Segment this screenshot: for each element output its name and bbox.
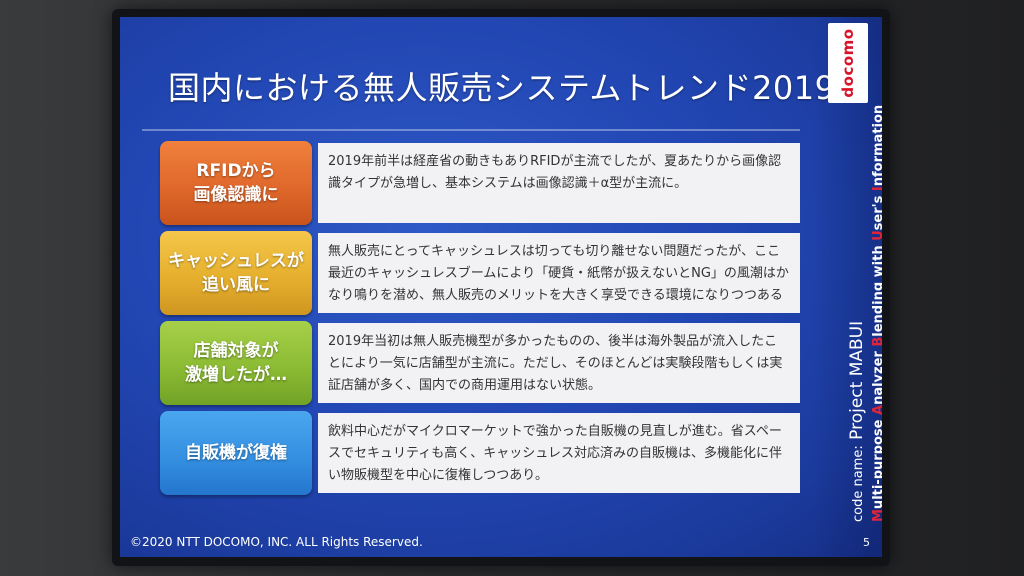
slide-title: 国内における無人販売システムトレンド2019 — [168, 69, 836, 107]
trend-label-text-3: 店舗対象が 激増したが… — [185, 341, 287, 385]
subtitle-part: A — [871, 405, 882, 415]
trend-label-text-4: 自販機が復権 — [185, 443, 287, 463]
trend-label-text-2: キャッシュレスが 追い風に — [168, 251, 304, 295]
trend-label-3: 店舗対象が 激増したが… — [160, 321, 312, 405]
trend-label-2: キャッシュレスが 追い風に — [160, 231, 312, 315]
subtitle-part: ulti-purpose — [871, 419, 882, 510]
trend-description-3: 2019年当初は無人販売機型が多かったものの、後半は海外製品が流入したことにより… — [318, 323, 800, 403]
trend-label-text-1: RFIDから 画像認識に — [193, 161, 279, 205]
project-subtitle: Multi-purpose Analyzer Blending with Use… — [870, 105, 882, 522]
code-name-line: code name: Project MABUI — [846, 122, 870, 522]
subtitle-part: nformation — [871, 104, 882, 187]
docomo-logo: docomo — [828, 23, 868, 103]
trend-row-4: 自販機が復権 飲料中心だがマイクロマーケットで強かった自販機の見直しが進む。省ス… — [160, 411, 800, 495]
trend-description-1: 2019年前半は経産省の動きもありRFIDが主流でしたが、夏あたりから画像認識タ… — [318, 143, 800, 223]
trend-row-3: 店舗対象が 激増したが… 2019年当初は無人販売機型が多かったものの、後半は海… — [160, 321, 800, 405]
project-vertical-text: code name: Project MABUI Multi-purpose A… — [846, 105, 882, 522]
subtitle-part: I — [871, 186, 882, 191]
slide: 国内における無人販売システムトレンド2019 docomo code name:… — [120, 17, 882, 557]
page-number: 5 — [863, 536, 870, 549]
trend-row-2: キャッシュレスが 追い風に 無人販売にとってキャッシュレスは切っても切り離せない… — [160, 231, 800, 315]
code-name-prefix: code name: — [851, 445, 866, 522]
subtitle-part: B — [871, 337, 882, 347]
subtitle-part: nalyzer — [871, 351, 882, 405]
subtitle-part: M — [871, 509, 882, 522]
trend-label-4: 自販機が復権 — [160, 411, 312, 495]
copyright: ©2020 NTT DOCOMO, INC. ALL Rights Reserv… — [130, 535, 423, 549]
code-name: Project MABUI — [847, 320, 867, 440]
trend-description-4: 飲料中心だがマイクロマーケットで強かった自販機の見直しが進む。省スペースでセキュ… — [318, 413, 800, 493]
subtitle-part: U — [871, 230, 882, 241]
trend-description-2: 無人販売にとってキャッシュレスは切っても切り離せない問題だったが、ここ最近のキャ… — [318, 233, 800, 313]
subtitle-part: ser's — [871, 195, 882, 231]
logo-text: docomo — [839, 28, 857, 98]
title-divider — [142, 129, 800, 131]
trend-row-1: RFIDから 画像認識に 2019年前半は経産省の動きもありRFIDが主流でした… — [160, 141, 800, 225]
subtitle-part: lending with — [871, 245, 882, 337]
trend-label-1: RFIDから 画像認識に — [160, 141, 312, 225]
